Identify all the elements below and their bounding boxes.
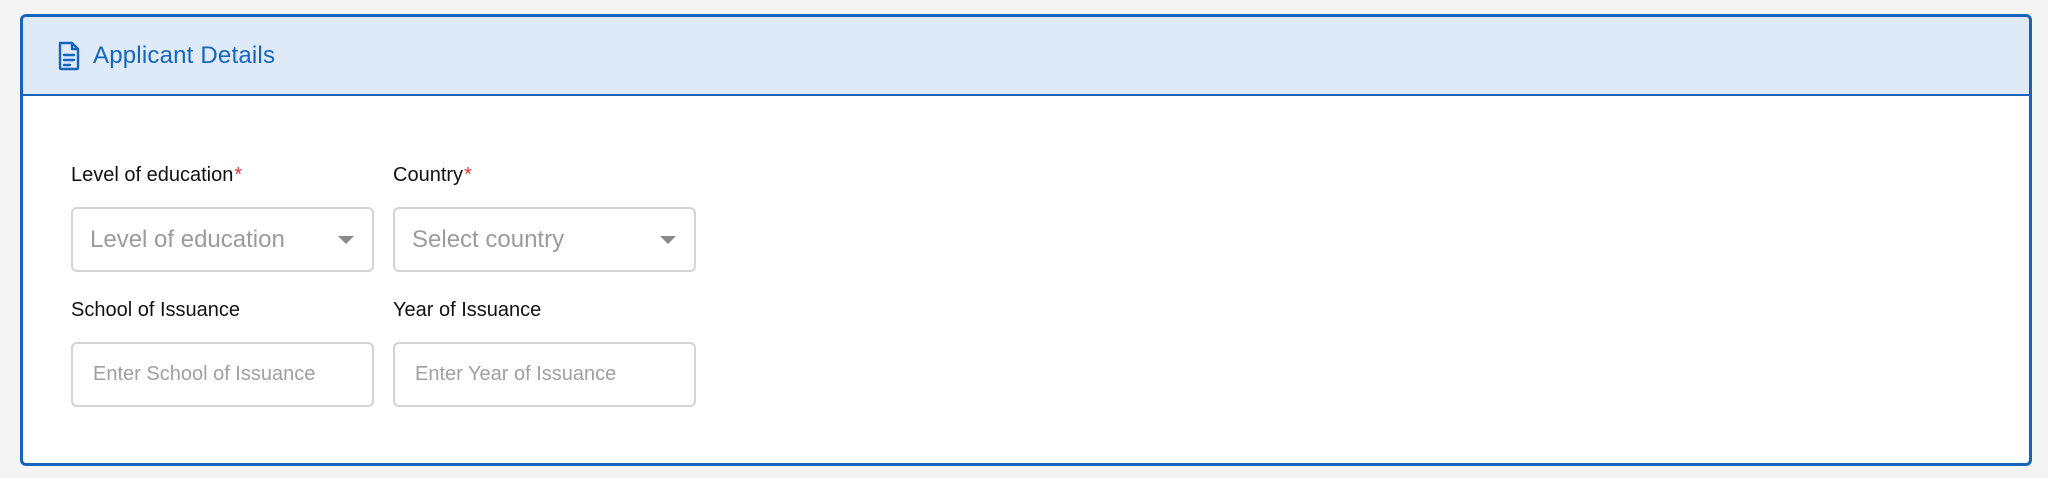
country-select-placeholder: Select country <box>412 225 565 253</box>
country-label-text: Country <box>393 164 464 186</box>
card-header: Applicant Details <box>23 17 2029 96</box>
required-marker: * <box>234 164 243 186</box>
school-label: School of Issuance <box>71 299 240 321</box>
education-select[interactable]: Level of education <box>71 207 374 272</box>
document-icon <box>57 41 81 71</box>
card-title: Applicant Details <box>93 41 276 69</box>
applicant-details-card: Applicant Details Level of education* Le… <box>20 14 2032 466</box>
chevron-down-icon <box>338 235 354 244</box>
year-input[interactable] <box>412 363 676 386</box>
school-input[interactable] <box>90 363 354 386</box>
applicant-form: Level of education* Level of education C… <box>23 98 2029 463</box>
country-label: Country* <box>393 162 696 188</box>
required-marker: * <box>464 164 472 186</box>
education-select-placeholder: Level of education <box>90 225 285 253</box>
country-field: Country* Select country <box>393 162 696 272</box>
year-input-box[interactable] <box>393 342 696 407</box>
country-select[interactable]: Select country <box>393 207 696 272</box>
school-field: School of Issuance <box>71 297 374 407</box>
education-label: Level of education* <box>71 162 374 188</box>
education-field: Level of education* Level of education <box>71 162 374 272</box>
year-field: Year of Issuance <box>393 297 696 407</box>
year-label: Year of Issuance <box>393 299 542 321</box>
education-label-text: Level of education <box>71 164 234 186</box>
chevron-down-icon <box>660 235 676 244</box>
school-input-box[interactable] <box>71 342 374 407</box>
